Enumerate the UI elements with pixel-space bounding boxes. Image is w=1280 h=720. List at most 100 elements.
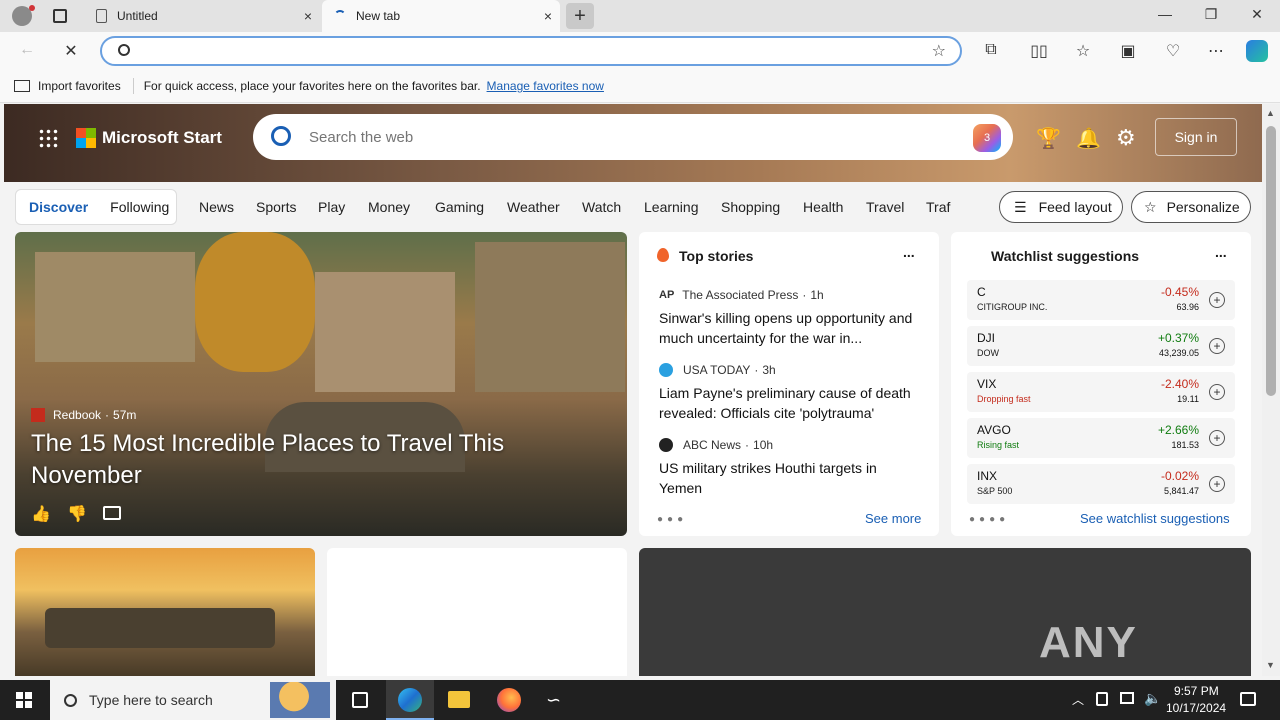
add-to-watchlist-icon[interactable]: + bbox=[1209, 338, 1225, 354]
scroll-down-icon[interactable]: ▼ bbox=[1266, 660, 1275, 670]
nav-learning[interactable]: Learning bbox=[644, 199, 699, 215]
story-item[interactable]: USA TODAY · 3h Liam Payne's preliminary ca… bbox=[659, 363, 919, 423]
add-to-watchlist-icon[interactable]: + bbox=[1209, 476, 1225, 492]
scrollbar[interactable]: ▲ ▼ bbox=[1262, 104, 1280, 676]
performance-icon[interactable]: ♡ bbox=[1162, 41, 1184, 61]
brand-name[interactable]: Microsoft Start bbox=[102, 128, 222, 148]
volume-icon[interactable]: 🔈 bbox=[1144, 690, 1161, 707]
nav-news[interactable]: News bbox=[199, 199, 234, 215]
like-icon[interactable]: 👍 bbox=[31, 504, 51, 524]
abc-news-logo-icon bbox=[659, 438, 673, 452]
story-headline[interactable]: Sinwar's killing opens up opportunity an… bbox=[659, 308, 919, 348]
stop-icon[interactable]: ✕ bbox=[60, 41, 82, 61]
favorite-star-icon[interactable]: ☆ bbox=[932, 41, 946, 61]
new-tab-button[interactable]: + bbox=[566, 3, 594, 29]
windows-start-icon[interactable] bbox=[16, 692, 32, 708]
nav-gaming[interactable]: Gaming bbox=[435, 199, 484, 215]
add-to-watchlist-icon[interactable]: + bbox=[1209, 292, 1225, 308]
add-to-watchlist-icon[interactable]: + bbox=[1209, 430, 1225, 446]
stock-row[interactable]: DJI DOW +0.37% 43,239.05 + bbox=[967, 326, 1235, 366]
feed-layout-button[interactable]: ☰ Feed layout bbox=[999, 191, 1123, 223]
news-card[interactable] bbox=[15, 548, 315, 676]
hero-card[interactable]: Redbook · 57m The 15 Most Incredible Pla… bbox=[15, 232, 627, 536]
network-icon[interactable] bbox=[1120, 692, 1134, 704]
extensions-icon[interactable]: ⧉ bbox=[980, 41, 1002, 59]
sign-in-button[interactable]: Sign in bbox=[1155, 118, 1237, 156]
stock-row[interactable]: C CITIGROUP INC. -0.45% 63.96 + bbox=[967, 280, 1235, 320]
hero-headline[interactable]: The 15 Most Incredible Places to Travel … bbox=[31, 428, 551, 492]
nav-watch[interactable]: Watch bbox=[582, 199, 621, 215]
settings-icon[interactable]: ⚙ bbox=[1116, 125, 1136, 151]
tab-close-button[interactable]: × bbox=[544, 8, 552, 24]
story-item[interactable]: AP The Associated Press · 1h Sinwar's killi… bbox=[659, 288, 919, 348]
nav-play[interactable]: Play bbox=[318, 199, 345, 215]
see-watchlist-link[interactable]: See watchlist suggestions bbox=[1080, 511, 1230, 526]
restore-button[interactable]: ❐ bbox=[1196, 6, 1226, 23]
tab-following[interactable]: Following bbox=[110, 199, 169, 215]
notification-center-icon[interactable] bbox=[1240, 692, 1256, 706]
nav-weather[interactable]: Weather bbox=[507, 199, 560, 215]
nav-sports[interactable]: Sports bbox=[256, 199, 296, 215]
address-input[interactable] bbox=[142, 42, 902, 62]
import-favorites-button[interactable]: Import favorites bbox=[38, 79, 121, 93]
dislike-icon[interactable]: 👎 bbox=[67, 504, 87, 524]
comment-icon[interactable] bbox=[103, 506, 121, 520]
back-icon[interactable]: ← bbox=[16, 41, 38, 59]
pager-dots[interactable]: ●●● bbox=[657, 514, 687, 525]
copilot-icon[interactable]: 3 bbox=[973, 124, 1001, 152]
manage-favorites-link[interactable]: Manage favorites now bbox=[487, 79, 604, 93]
split-screen-icon[interactable]: ▯▯ bbox=[1028, 41, 1050, 61]
nav-money[interactable]: Money bbox=[368, 199, 410, 215]
task-view-icon[interactable] bbox=[352, 692, 368, 708]
copilot-icon[interactable] bbox=[1246, 40, 1268, 62]
minimize-button[interactable]: — bbox=[1150, 6, 1180, 22]
web-search-box[interactable]: 3 bbox=[253, 114, 1013, 160]
rewards-icon[interactable]: 🏆 bbox=[1036, 126, 1061, 151]
search-icon bbox=[271, 126, 291, 146]
collections-icon[interactable]: ▣ bbox=[1117, 41, 1139, 61]
notifications-icon[interactable]: 🔔 bbox=[1076, 126, 1101, 151]
pager-dots[interactable]: ●●●● bbox=[969, 514, 1009, 525]
stock-row[interactable]: INX S&P 500 -0.02% 5,841.47 + bbox=[967, 464, 1235, 504]
stock-change: -0.45% bbox=[1160, 285, 1199, 299]
scrollbar-thumb[interactable] bbox=[1266, 126, 1276, 396]
favorites-icon[interactable]: ☆ bbox=[1072, 41, 1094, 61]
app-taskbar-icon[interactable]: ∽ bbox=[546, 690, 561, 711]
usb-icon[interactable] bbox=[1096, 692, 1108, 706]
see-more-link[interactable]: See more bbox=[865, 511, 921, 526]
file-explorer-icon[interactable] bbox=[448, 691, 470, 708]
more-menu-icon[interactable]: ⋯ bbox=[1205, 41, 1227, 61]
web-search-input[interactable] bbox=[309, 126, 909, 148]
taskbar-search-placeholder: Type here to search bbox=[89, 692, 213, 708]
tab-strip: Untitled × New tab × + — ❐ ✕ bbox=[0, 0, 1280, 32]
tab-actions-icon[interactable] bbox=[53, 9, 67, 23]
personalize-button[interactable]: ☆ Personalize bbox=[1131, 191, 1251, 223]
more-options-icon[interactable]: ... bbox=[903, 244, 915, 260]
app-launcher-icon[interactable] bbox=[38, 128, 58, 148]
close-button[interactable]: ✕ bbox=[1242, 6, 1272, 23]
taskbar-search[interactable]: Type here to search bbox=[50, 680, 336, 720]
tab-untitled[interactable]: Untitled × bbox=[84, 0, 320, 32]
tab-new-tab[interactable]: New tab × bbox=[322, 0, 560, 32]
story-item[interactable]: ABC News · 10h US military strikes Houthi … bbox=[659, 438, 919, 498]
scroll-up-icon[interactable]: ▲ bbox=[1266, 108, 1275, 118]
tab-discover[interactable]: Discover bbox=[29, 199, 88, 215]
nav-shopping[interactable]: Shopping bbox=[721, 199, 780, 215]
nav-traffic[interactable]: Traf bbox=[926, 199, 950, 215]
stock-row[interactable]: VIX Dropping fast -2.40% 19.11 + bbox=[967, 372, 1235, 412]
more-options-icon[interactable]: ... bbox=[1215, 244, 1227, 260]
story-headline[interactable]: US military strikes Houthi targets in Ye… bbox=[659, 458, 919, 498]
add-to-watchlist-icon[interactable]: + bbox=[1209, 384, 1225, 400]
nav-health[interactable]: Health bbox=[803, 199, 843, 215]
video-card[interactable]: ANY RUN bbox=[639, 548, 1251, 676]
tab-close-button[interactable]: × bbox=[304, 8, 312, 24]
firefox-icon[interactable] bbox=[497, 688, 521, 712]
address-bar[interactable]: ☆ bbox=[100, 36, 962, 66]
nav-travel[interactable]: Travel bbox=[866, 199, 904, 215]
tray-chevron-icon[interactable]: ︿ bbox=[1072, 691, 1084, 708]
story-headline[interactable]: Liam Payne's preliminary cause of death … bbox=[659, 383, 919, 423]
clock-date[interactable]: 10/17/2024 bbox=[1166, 701, 1226, 715]
stock-row[interactable]: AVGO Rising fast +2.66% 181.53 + bbox=[967, 418, 1235, 458]
edge-taskbar-icon[interactable] bbox=[386, 680, 434, 720]
clock-time[interactable]: 9:57 PM bbox=[1174, 684, 1219, 698]
